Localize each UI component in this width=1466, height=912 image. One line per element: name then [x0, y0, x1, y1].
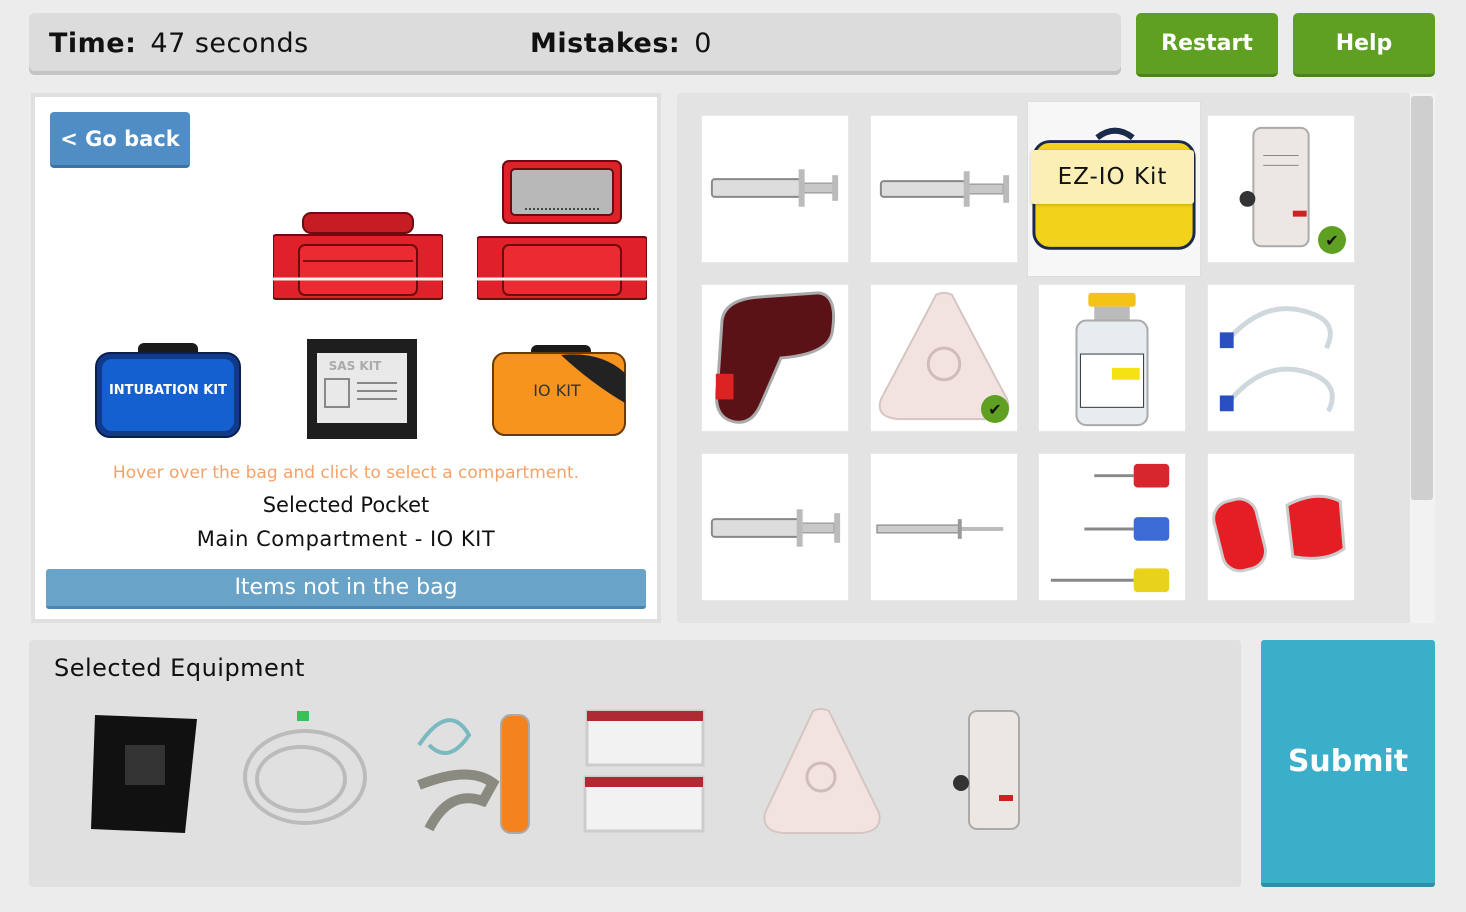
syringe-icon [710, 169, 839, 207]
intubation-kit-label: INTUBATION KIT [108, 383, 228, 398]
timer: Time: 47 seconds [49, 28, 309, 59]
grid-item-extension-set[interactable] [1207, 284, 1355, 432]
selected-item-nasal-cannula[interactable] [237, 705, 367, 840]
items-not-in-bag-button[interactable]: Items not in the bag [46, 569, 646, 609]
airway-tubing-icon [417, 714, 530, 834]
help-button[interactable]: Help [1293, 13, 1435, 77]
time-value: 47 seconds [150, 28, 309, 59]
io-kit-bag[interactable]: IO KIT [491, 343, 631, 437]
mistakes-value: 0 [694, 28, 712, 59]
nasal-cannula-icon [243, 711, 367, 825]
grid-item-io-drill[interactable] [701, 284, 849, 432]
submit-button[interactable]: Submit [1261, 640, 1435, 887]
sas-kit-label: SAS KIT [328, 359, 382, 373]
restart-button[interactable]: Restart [1136, 13, 1278, 77]
medication-vial-icon [1075, 292, 1149, 427]
selected-item-pressure-bag[interactable] [919, 705, 1049, 840]
selected-item-lubricating-jelly[interactable] [581, 705, 711, 840]
sas-kit-bag[interactable]: SAS KIT [305, 337, 419, 441]
grid-item-syringe-3[interactable] [701, 453, 849, 601]
check-icon: ✔ [1318, 226, 1346, 254]
selected-item-black-pouch[interactable] [85, 705, 215, 840]
small-syringe-icon [876, 519, 1004, 539]
selected-item-dressing[interactable] [757, 705, 887, 840]
needle-caps-icon [1212, 494, 1346, 573]
pressure-infuser-bag-icon [953, 710, 1020, 830]
grid-item-pressure-bag[interactable]: ✔ [1207, 115, 1355, 263]
selected-item-airway-tubing[interactable] [409, 705, 539, 840]
io-drill-icon [714, 291, 836, 424]
grid-scrollbar-thumb[interactable] [1411, 96, 1433, 500]
intubation-kit-bag[interactable]: INTUBATION KIT [94, 339, 242, 439]
selected-equipment-title: Selected Equipment [54, 654, 305, 682]
grid-item-io-needles[interactable] [1038, 453, 1186, 601]
selected-equipment-panel: Selected Equipment [29, 640, 1241, 887]
red-bag-open-icon[interactable] [477, 159, 647, 301]
selected-pocket-label: Selected Pocket [262, 493, 430, 517]
mistakes: Mistakes: 0 [530, 28, 712, 59]
grid-item-dressing[interactable]: ✔ [870, 284, 1018, 432]
grid-item-vial[interactable] [1038, 284, 1186, 432]
check-icon: ✔ [981, 395, 1009, 423]
time-label: Time: [49, 28, 137, 59]
grid-item-syringe-1[interactable] [701, 115, 849, 263]
dressing-icon [763, 708, 881, 834]
go-back-button[interactable]: < Go back [50, 112, 190, 168]
selected-pocket-value: Main Compartment - IO KIT [196, 527, 496, 551]
sas-kit-icon [307, 339, 417, 439]
io-needles-icon [1050, 463, 1170, 593]
syringe-icon [879, 171, 1010, 207]
syringe-icon [710, 509, 841, 547]
extension-set-icon [1219, 306, 1335, 413]
grid-item-needle-caps[interactable] [1207, 453, 1355, 601]
status-bar: Time: 47 seconds Mistakes: 0 [29, 13, 1121, 75]
item-tooltip: EZ-IO Kit [1031, 150, 1194, 204]
red-bag-closed-icon[interactable] [273, 205, 443, 301]
bag-panel: < Go back INTUBATION KIT SAS KIT IO KIT … [31, 93, 661, 623]
io-kit-label: IO KIT [533, 381, 581, 400]
lubricating-jelly-icon [583, 709, 705, 833]
black-pouch-icon [91, 715, 197, 833]
grid-item-syringe-2[interactable] [870, 115, 1018, 263]
hint-text: Hover over the bag and click to select a… [112, 463, 580, 483]
grid-item-small-syringe[interactable] [870, 453, 1018, 601]
mistakes-label: Mistakes: [530, 28, 681, 59]
